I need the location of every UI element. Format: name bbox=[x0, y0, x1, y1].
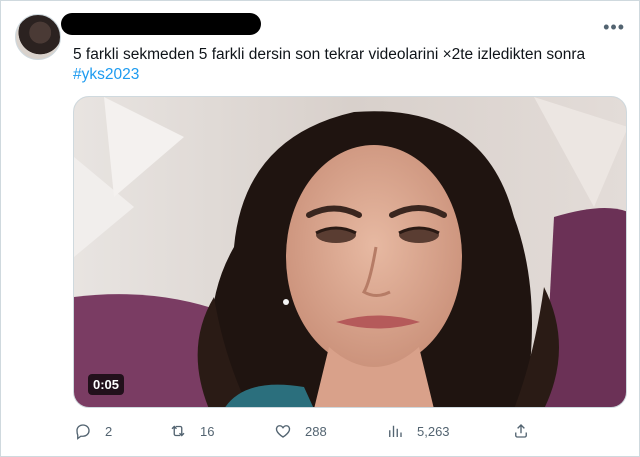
avatar[interactable] bbox=[15, 14, 61, 60]
repost-icon bbox=[168, 421, 188, 441]
video-duration: 0:05 bbox=[88, 374, 125, 395]
like-count: 288 bbox=[305, 423, 327, 439]
redacted-author-name bbox=[61, 13, 261, 35]
repost-count: 16 bbox=[200, 423, 215, 439]
analytics-icon bbox=[385, 421, 405, 441]
tweet-text: 5 farkli sekmeden 5 farkli dersin son te… bbox=[73, 46, 586, 63]
share-button[interactable] bbox=[511, 421, 543, 441]
share-icon bbox=[511, 421, 531, 441]
reply-count: 2 bbox=[105, 423, 113, 439]
video-thumbnail bbox=[74, 97, 626, 407]
action-bar: 2 16 288 5,263 bbox=[73, 421, 613, 445]
reply-icon bbox=[73, 421, 93, 441]
like-button[interactable]: 288 bbox=[273, 421, 327, 441]
tweet-card[interactable]: ••• 5 farkli sekmeden 5 farkli dersin so… bbox=[0, 0, 640, 457]
more-horizontal-icon[interactable]: ••• bbox=[603, 17, 625, 38]
heart-icon bbox=[273, 421, 293, 441]
hashtag-link[interactable]: #yks2023 bbox=[73, 65, 139, 85]
video-player[interactable]: 0:05 bbox=[73, 96, 627, 408]
views-count: 5,263 bbox=[417, 423, 450, 439]
repost-button[interactable]: 16 bbox=[168, 421, 214, 441]
views-button[interactable]: 5,263 bbox=[385, 421, 450, 441]
reply-button[interactable]: 2 bbox=[73, 421, 112, 441]
